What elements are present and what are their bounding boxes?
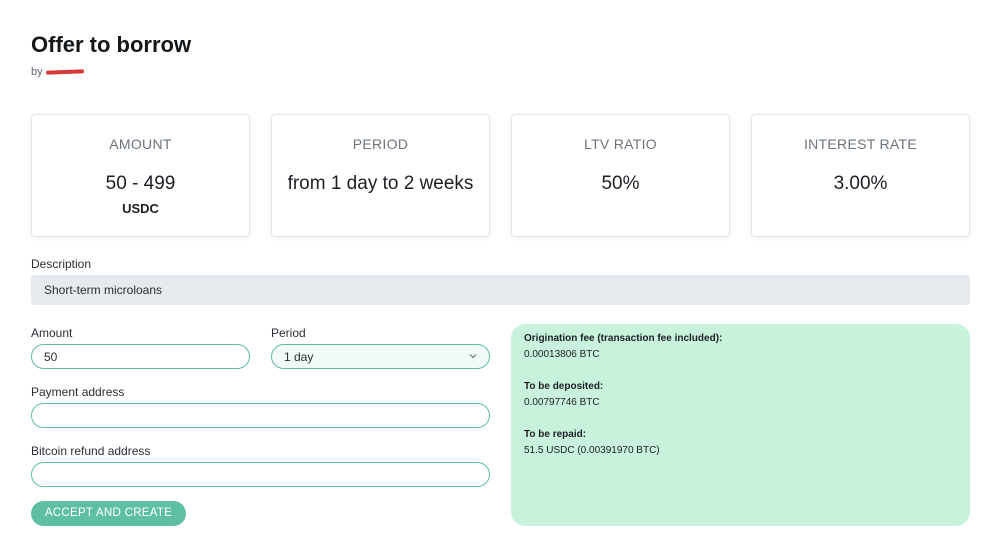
- by-label: by: [31, 66, 43, 78]
- refund-address-label: Bitcoin refund address: [31, 444, 151, 458]
- payment-address-input[interactable]: [31, 403, 490, 428]
- accept-and-create-button[interactable]: ACCEPT AND CREATE: [31, 501, 186, 526]
- stat-card-amount: AMOUNT 50 - 499 USDC: [31, 114, 250, 237]
- repay-label: To be repaid:: [524, 429, 587, 440]
- byline: by: [31, 66, 84, 78]
- stat-card-interest-rate: INTEREST RATE 3.00%: [751, 114, 970, 237]
- stat-label: AMOUNT: [109, 136, 172, 152]
- repay-value: 51.5 USDC (0.00391970 BTC): [524, 445, 660, 456]
- stat-label: INTEREST RATE: [803, 136, 918, 152]
- stat-card-ltv-ratio: LTV RATIO 50%: [511, 114, 730, 237]
- period-selected-value: 1 day: [284, 350, 314, 364]
- amount-label: Amount: [31, 326, 73, 340]
- stat-value: 50%: [601, 173, 640, 194]
- stat-label: LTV RATIO: [584, 136, 657, 152]
- description-label: Description: [31, 257, 92, 271]
- stat-label: PERIOD: [352, 136, 409, 152]
- description-box: Short-term microloans: [31, 275, 970, 305]
- refund-address-input[interactable]: [31, 462, 490, 487]
- redacted-author: [45, 69, 84, 75]
- stat-unit: USDC: [122, 201, 159, 216]
- payment-address-label: Payment address: [31, 385, 125, 399]
- stat-value: 3.00%: [833, 173, 888, 194]
- stat-value: 50 - 499: [105, 173, 176, 194]
- deposit-label: To be deposited:: [524, 381, 604, 392]
- origination-fee-value: 0.00013806 BTC: [524, 349, 600, 360]
- deposit-value: 0.00797746 BTC: [524, 397, 600, 408]
- page-title: Offer to borrow: [31, 32, 192, 57]
- period-select[interactable]: 1 day: [271, 344, 490, 369]
- period-label: Period: [271, 326, 306, 340]
- amount-input[interactable]: [31, 344, 250, 369]
- origination-fee-label: Origination fee (transaction fee include…: [524, 333, 723, 344]
- loan-summary-panel: Origination fee (transaction fee include…: [511, 324, 970, 526]
- chevron-down-icon: [469, 354, 477, 359]
- stat-value: from 1 day to 2 weeks: [287, 173, 474, 194]
- stat-card-period: PERIOD from 1 day to 2 weeks: [271, 114, 490, 237]
